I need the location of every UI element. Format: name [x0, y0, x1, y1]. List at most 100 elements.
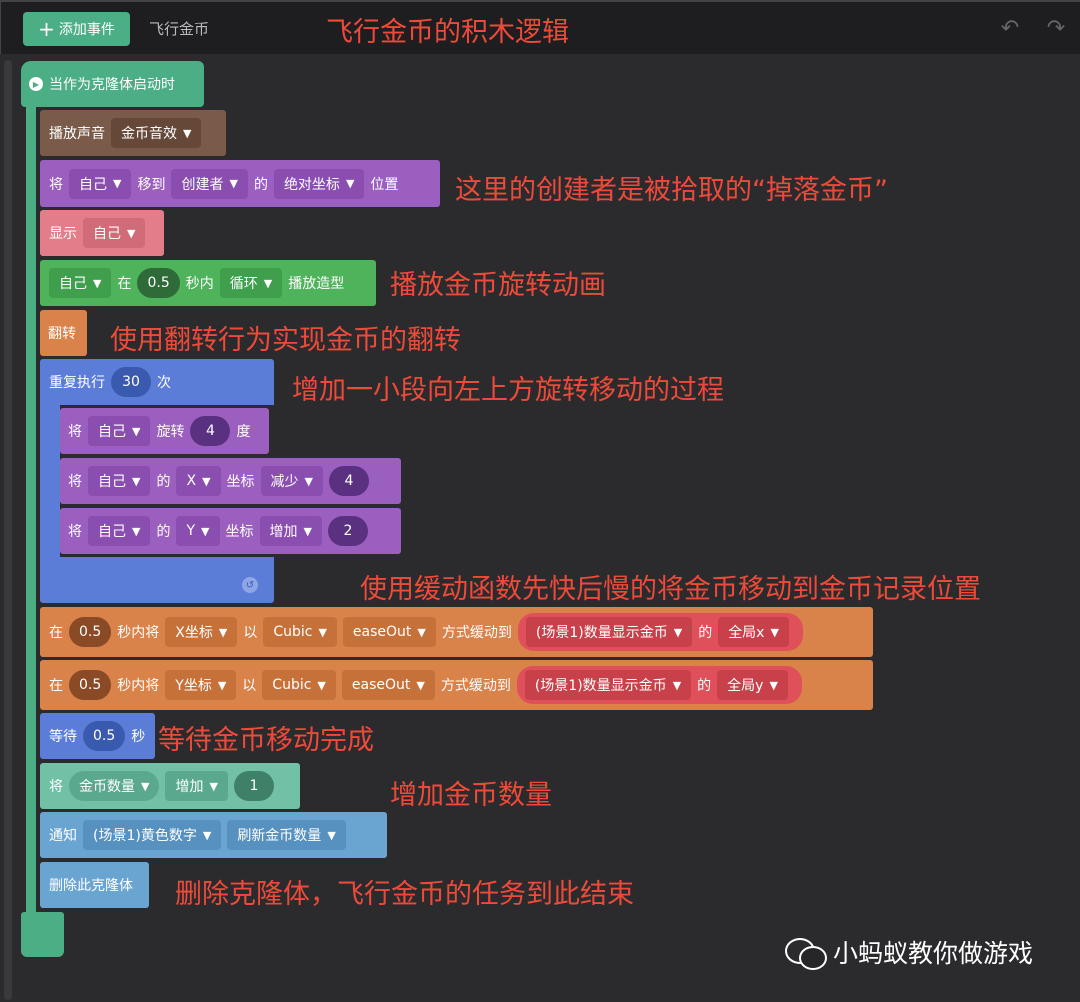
show-block[interactable]: 显示 自己 ▼: [40, 210, 164, 256]
move-to-label-4: 位置: [370, 176, 399, 193]
creator-dropdown[interactable]: 创建者 ▼: [171, 168, 248, 199]
flip-label: 翻转: [48, 326, 76, 342]
ease-dropdown[interactable]: easeOut ▼: [341, 670, 435, 700]
repeat-count-input[interactable]: 30: [111, 367, 151, 397]
sprite-property-reporter[interactable]: (场景1)数量显示金币 ▼ 的 全局x ▼: [517, 613, 803, 651]
x-coord-change-block[interactable]: 将 自己 ▼ 的 X ▼ 坐标 减少 ▼ 4: [60, 458, 401, 504]
repeat-unit: 次: [157, 375, 171, 391]
op-dropdown[interactable]: 减少 ▼: [260, 466, 323, 496]
value-input[interactable]: 2: [327, 516, 368, 546]
seconds-input[interactable]: 0.5: [69, 670, 112, 700]
chevron-down-icon: ▼: [132, 524, 141, 538]
target-dropdown[interactable]: 自己 ▼: [83, 218, 146, 248]
flip-block[interactable]: 翻转: [40, 310, 87, 356]
annotation-coin-add: 增加金币数量: [390, 780, 552, 811]
chevron-down-icon: ▼: [229, 177, 238, 190]
axis-dropdown[interactable]: X ▼: [176, 466, 221, 496]
sprite-property-reporter[interactable]: (场景1)数量显示金币 ▼ 的 全局y ▼: [516, 666, 802, 704]
chevron-down-icon: ▼: [113, 177, 122, 190]
global-prop-dropdown[interactable]: 全局y ▼: [717, 670, 788, 700]
delete-clone-block[interactable]: 删除此克隆体: [40, 862, 149, 908]
annotation-ease: 使用缓动函数先快后慢的将金币移动到金币记录位置: [360, 574, 981, 605]
reporter-label: 的: [697, 678, 712, 694]
play-sound-block[interactable]: 播放声音 金币音效 ▼: [40, 110, 226, 156]
value-input[interactable]: 1: [233, 771, 274, 801]
annotation-wait: 等待金币移动完成: [158, 725, 374, 756]
coin-count-change-block[interactable]: 将 金币数量 ▼ 增加 ▼ 1: [40, 763, 300, 809]
y-coord-change-block[interactable]: 将 自己 ▼ 的 Y ▼ 坐标 增加 ▼ 2: [60, 508, 401, 554]
wait-block[interactable]: 等待 0.5 秒: [40, 713, 155, 759]
chevron-down-icon: ▼: [209, 779, 218, 793]
seconds-input[interactable]: 0.5: [69, 617, 112, 647]
x-change-label-2: 的: [156, 474, 171, 490]
chevron-down-icon: ▼: [202, 474, 211, 488]
degree-input[interactable]: 4: [190, 416, 231, 446]
ease-x-block[interactable]: 在 0.5 秒内将 X坐标 ▼ 以 Cubic ▼ easeOut ▼ 方式缓动到 (…: [40, 607, 873, 657]
notify-label: 通知: [49, 828, 77, 844]
chevron-down-icon: ▼: [345, 177, 355, 190]
rotate-block[interactable]: 将 自己 ▼ 旋转 4 度: [60, 408, 269, 454]
play-animation-block[interactable]: 自己 ▼ 在 0.5 秒内 循环 ▼ 播放造型: [40, 260, 376, 306]
loop-dropdown[interactable]: 循环 ▼: [219, 268, 283, 298]
target-dropdown[interactable]: 自己 ▼: [88, 416, 151, 446]
func-dropdown[interactable]: Cubic ▼: [263, 617, 337, 647]
delete-label: 删除此克隆体: [49, 878, 133, 894]
rotate-unit: 度: [236, 424, 251, 440]
move-to-label-2: 移到: [137, 176, 166, 193]
ease-dropdown[interactable]: easeOut ▼: [342, 617, 436, 647]
sound-dropdown[interactable]: 金币音效 ▼: [111, 118, 202, 148]
ease-x-label-2: 秒内将: [117, 625, 160, 641]
target-dropdown[interactable]: 自己 ▼: [49, 268, 112, 298]
chevron-down-icon: ▼: [416, 678, 425, 692]
play-anim-label-3: 播放造型: [288, 276, 345, 292]
ease-y-label-2: 秒内将: [117, 678, 160, 694]
target-dropdown[interactable]: 自己 ▼: [88, 466, 151, 496]
event-block-spine: [26, 92, 36, 914]
value-input[interactable]: 4: [329, 466, 369, 496]
object-dropdown[interactable]: (场景1)数量显示金币 ▼: [525, 617, 693, 647]
wechat-icon: [785, 936, 827, 970]
x-change-label-3: 坐标: [226, 474, 255, 490]
y-change-label-3: 坐标: [225, 524, 254, 540]
when-clone-starts-block[interactable]: ▶ 当作为克隆体启动时: [21, 61, 204, 107]
play-anim-label: 在: [117, 276, 132, 292]
axis-dropdown[interactable]: Y ▼: [176, 516, 220, 546]
repeat-block[interactable]: 重复执行 30 次: [40, 359, 274, 405]
target-dropdown[interactable]: 自己 ▼: [88, 516, 151, 546]
ease-y-block[interactable]: 在 0.5 秒内将 Y坐标 ▼ 以 Cubic ▼ easeOut ▼ 方式缓动到 (…: [40, 660, 873, 710]
seconds-input[interactable]: 0.5: [137, 268, 180, 298]
tab-flying-coin[interactable]: 飞行金币: [149, 18, 209, 39]
move-to-block[interactable]: 将 自己 ▼ 移到 创建者 ▼ 的 绝对坐标 ▼ 位置: [40, 160, 440, 207]
op-dropdown[interactable]: 增加 ▼: [259, 516, 322, 546]
notify-target-dropdown[interactable]: (场景1)黄色数字 ▼: [83, 820, 222, 850]
add-event-button[interactable]: + 添加事件: [23, 12, 130, 46]
seconds-input[interactable]: 0.5: [83, 721, 126, 751]
prop-dropdown[interactable]: X坐标 ▼: [165, 617, 238, 647]
watermark-text: 小蚂蚁教你做游戏: [833, 939, 1034, 968]
variable-dropdown[interactable]: 金币数量 ▼: [69, 771, 160, 801]
play-anim-label-2: 秒内: [185, 276, 214, 292]
target-dropdown[interactable]: 自己 ▼: [69, 168, 132, 199]
redo-icon[interactable]: ↷: [1043, 16, 1069, 42]
ease-y-label-3: 以: [242, 678, 257, 694]
coin-add-label: 将: [49, 779, 63, 795]
vertical-scrollbar[interactable]: [4, 60, 12, 1000]
repeat-block-footer: ↺: [40, 557, 274, 603]
prop-dropdown[interactable]: Y坐标 ▼: [165, 670, 237, 700]
ease-x-label-4: 方式缓动到: [441, 625, 512, 641]
undo-icon[interactable]: ↶: [997, 16, 1023, 42]
y-change-label-2: 的: [156, 524, 171, 540]
chevron-down-icon: ▼: [218, 625, 228, 639]
global-prop-dropdown[interactable]: 全局x ▼: [718, 617, 789, 647]
chevron-down-icon: ▼: [769, 678, 778, 692]
op-dropdown[interactable]: 增加 ▼: [165, 771, 228, 801]
y-change-label: 将: [68, 524, 82, 540]
coord-dropdown[interactable]: 绝对坐标 ▼: [273, 168, 365, 199]
play-icon: ▶: [29, 77, 43, 91]
func-dropdown[interactable]: Cubic ▼: [262, 670, 336, 700]
notify-block[interactable]: 通知 (场景1)黄色数字 ▼ 刷新金币数量 ▼: [40, 812, 387, 858]
repeat-label: 重复执行: [49, 375, 105, 391]
chevron-down-icon: ▼: [770, 625, 779, 639]
object-dropdown[interactable]: (场景1)数量显示金币 ▼: [524, 670, 692, 700]
notify-message-dropdown[interactable]: 刷新金币数量 ▼: [227, 820, 346, 850]
